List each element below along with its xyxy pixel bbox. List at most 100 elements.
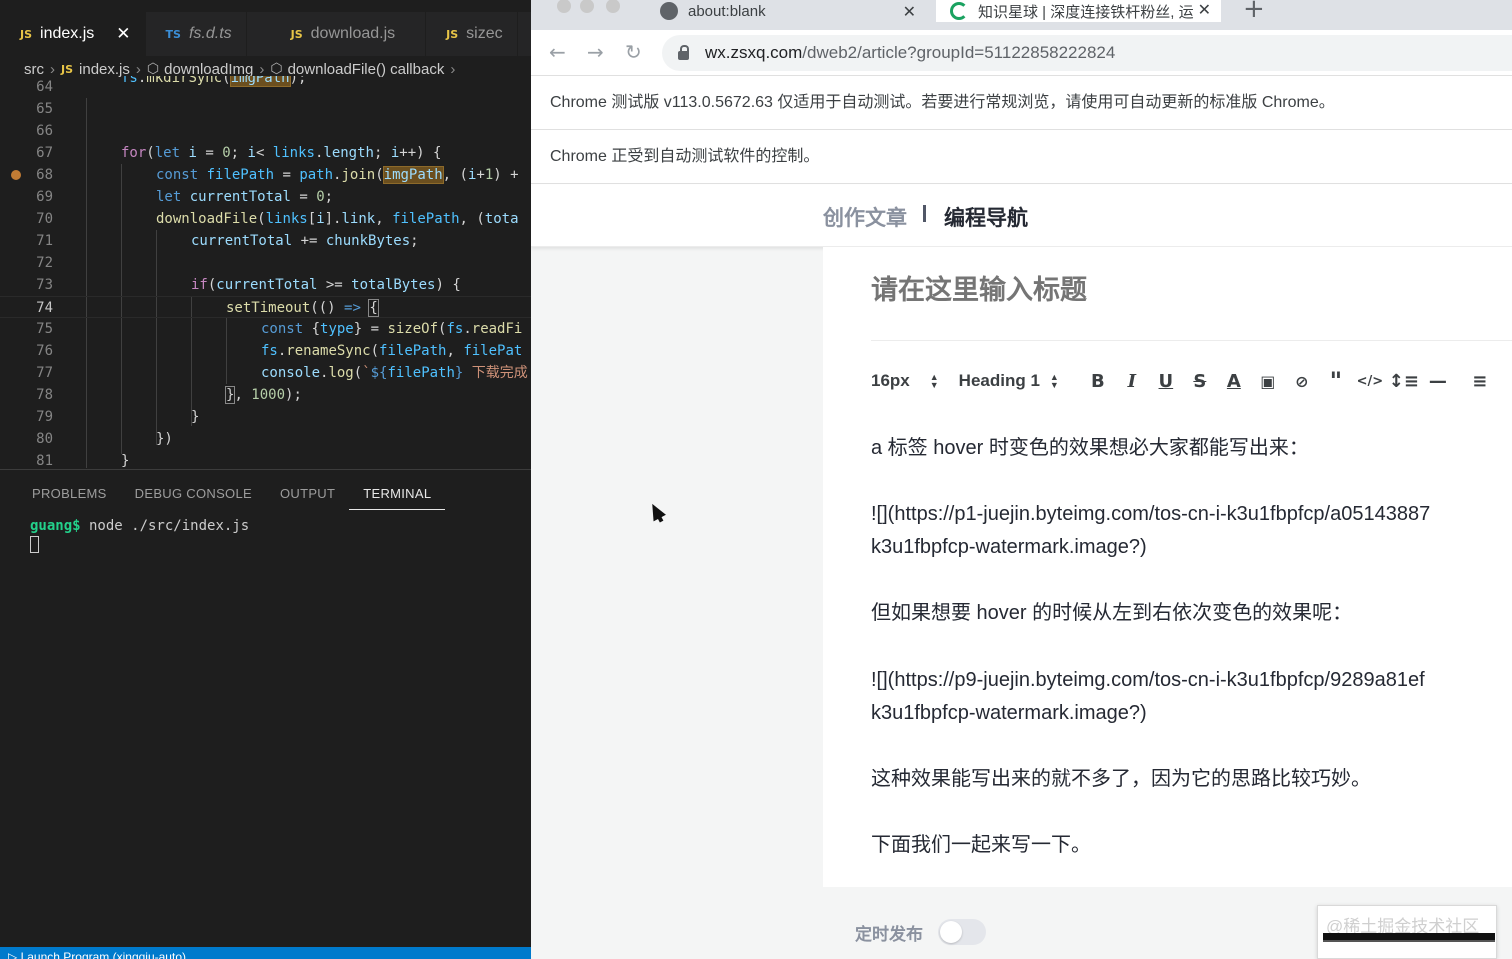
paragraph[interactable]: k3u1fbpfcp-watermark.image?)	[871, 697, 1147, 730]
status-bar: ▷ Launch Program (xingqiu-auto)	[0, 947, 531, 959]
terminal[interactable]: guang$ node ./src/index.js	[30, 518, 249, 557]
bottom-panel: PROBLEMS DEBUG CONSOLE OUTPUT TERMINAL g…	[0, 469, 531, 947]
tab-index-js[interactable]: JS index.js ✕	[0, 12, 146, 56]
tab-terminal[interactable]: TERMINAL	[349, 480, 446, 510]
breadcrumb-item[interactable]: downloadImg	[164, 61, 253, 78]
paragraph[interactable]: 但如果想要 hover 的时候从左到右依次变色的效果呢：	[871, 597, 1352, 630]
reload-icon[interactable]: ↻	[625, 40, 642, 64]
header-programming-nav[interactable]: 编程导航	[944, 202, 1028, 232]
schedule-label: 定时发布	[855, 925, 923, 944]
paragraph[interactable]: 下面我们一起来写一下。	[871, 829, 1091, 862]
code-line: 75 const {type} = sizeOf(fs.readFi	[0, 318, 531, 340]
code-line-current: 74 setTimeout(() => {	[0, 296, 531, 318]
automation-infobar: Chrome 正受到自动测试软件的控制。	[531, 130, 1512, 184]
text-color-icon[interactable]: A	[1217, 371, 1251, 392]
bold-icon[interactable]: B	[1081, 371, 1115, 392]
italic-icon[interactable]: I	[1115, 371, 1149, 392]
align-icon[interactable]: ≡	[1463, 371, 1497, 392]
close-tab-icon[interactable]: ✕	[903, 2, 916, 21]
debug-status[interactable]: ▷ Launch Program (xingqiu-auto)	[8, 950, 186, 959]
line-number: 70	[36, 211, 53, 227]
link-icon[interactable]: ⊘	[1285, 372, 1319, 391]
paragraph[interactable]: a 标签 hover 时变色的效果想必大家都能写出来：	[871, 432, 1309, 465]
image-icon[interactable]: ▣	[1251, 372, 1285, 391]
article-editor: 16px ▲▼ Heading 1 ▲▼ B I U S A ▣ ⊘ " </>…	[823, 247, 1512, 887]
editor-tabbar: JS index.js ✕ TS fs.d.ts JS download.js …	[0, 12, 531, 56]
breadcrumb-item[interactable]: index.js	[79, 61, 130, 78]
tab-fs-d-ts[interactable]: TS fs.d.ts	[146, 12, 247, 56]
minimize-window-button[interactable]	[580, 0, 594, 13]
close-icon[interactable]: ✕	[116, 24, 130, 44]
line-number: 79	[36, 409, 53, 425]
infobar-text: Chrome 测试版 v113.0.5672.63 仅适用于自动测试。若要进行常…	[550, 94, 1335, 111]
heading-select[interactable]: Heading 1 ▲ ▼	[959, 371, 1059, 391]
chrome-titlebar: about:blank ✕ 知识星球 | 深度连接铁杆粉丝, 运 ✕ +	[531, 0, 1512, 30]
paragraph[interactable]: 这种效果能写出来的就不多了，因为它的思路比较巧妙。	[871, 763, 1371, 796]
js-file-icon: JS	[446, 27, 459, 41]
code-line: 77 console.log(`${filePath} 下载完成	[0, 362, 531, 384]
paragraph[interactable]: ![](https://p9-juejin.byteimg.com/tos-cn…	[871, 664, 1425, 697]
tab-label: sizec	[466, 25, 503, 42]
address-bar[interactable]: wx.zsxq.com/dweb2/article?groupId=511228…	[662, 35, 1512, 71]
back-arrow-icon[interactable]: ←	[549, 40, 566, 64]
line-number: 74	[36, 300, 53, 316]
code-icon[interactable]: </>	[1353, 374, 1387, 389]
tab-download-js[interactable]: JS download.js	[247, 12, 427, 56]
line-number: 64	[36, 79, 53, 95]
breadcrumb-item[interactable]: downloadFile() callback	[288, 61, 445, 78]
code-line: 64 fs.mkdirSync(imgPath);	[0, 76, 531, 98]
tab-problems[interactable]: PROBLEMS	[18, 480, 121, 510]
line-number: 69	[36, 189, 53, 205]
schedule-toggle[interactable]	[938, 919, 986, 945]
tab-label: fs.d.ts	[188, 25, 232, 42]
paragraph[interactable]: ![](https://p1-juejin.byteimg.com/tos-cn…	[871, 498, 1430, 531]
ts-file-icon: TS	[165, 27, 181, 41]
code-editor[interactable]: 64 fs.mkdirSync(imgPath); 65 66 67 for(let…	[0, 76, 531, 469]
line-number: 81	[36, 453, 53, 469]
forward-arrow-icon[interactable]: →	[587, 40, 604, 64]
loading-spinner-icon	[950, 2, 968, 20]
breadcrumb-item[interactable]: src	[24, 61, 44, 78]
article-page: 创作文章 编程导航 16px ▲▼ Heading 1 ▲▼ B I U S	[531, 185, 1512, 959]
code-line: 80})	[0, 428, 531, 450]
page-header: 创作文章 编程导航	[531, 185, 1512, 247]
header-create-article[interactable]: 创作文章	[823, 202, 907, 232]
tab-debug-console[interactable]: DEBUG CONSOLE	[121, 480, 266, 510]
close-tab-icon[interactable]: ✕	[1198, 0, 1211, 19]
chrome-tab-about-blank[interactable]: about:blank ✕	[660, 0, 926, 22]
header-divider	[923, 205, 926, 222]
chrome-tab-title: about:blank	[688, 2, 766, 20]
quote-icon[interactable]: "	[1319, 369, 1353, 393]
code-line: 81}	[0, 450, 531, 469]
close-window-button[interactable]	[557, 0, 571, 13]
line-height-icon[interactable]: ↕≡	[1387, 371, 1421, 392]
tab-size-js[interactable]: JS sizec	[426, 12, 518, 56]
function-cube-icon: ⬡	[146, 61, 160, 77]
title-input[interactable]	[871, 275, 1491, 306]
horizontal-rule-icon[interactable]: —	[1421, 371, 1455, 392]
code-line: 67 for(let i = 0; i< links.length; i++) {	[0, 142, 531, 164]
underline-icon[interactable]: U	[1149, 371, 1183, 392]
new-tab-plus-icon[interactable]: +	[1243, 0, 1265, 24]
chevron-right-icon: ›	[450, 60, 456, 78]
paragraph[interactable]: k3u1fbpfcp-watermark.image?)	[871, 531, 1147, 564]
strikethrough-icon[interactable]: S	[1183, 371, 1217, 392]
line-number: 73	[36, 277, 53, 293]
line-number: 68	[36, 167, 53, 183]
chevron-right-icon: ›	[50, 60, 55, 78]
js-file-icon: JS	[20, 27, 33, 41]
vscode-window: JS index.js ✕ TS fs.d.ts JS download.js …	[0, 0, 531, 959]
terminal-command: node ./src/index.js	[80, 518, 250, 534]
select-arrows-icon: ▲ ▼	[929, 372, 939, 390]
font-size-select[interactable]: 16px ▲ ▼	[871, 371, 939, 391]
chrome-tab-zsxq[interactable]: 知识星球 | 深度连接铁杆粉丝, 运 ✕	[936, 0, 1221, 22]
function-cube-icon: ⬡	[270, 61, 283, 77]
infobar-text: Chrome 正受到自动测试软件的控制。	[550, 148, 820, 165]
line-number: 77	[36, 365, 53, 381]
tab-label: index.js	[40, 25, 95, 42]
tab-output[interactable]: OUTPUT	[266, 480, 349, 510]
maximize-window-button[interactable]	[606, 0, 620, 13]
code-line: 76 fs.renameSync(filePath, filePat	[0, 340, 531, 362]
line-number: 71	[36, 233, 53, 249]
js-file-icon: JS	[290, 27, 303, 41]
